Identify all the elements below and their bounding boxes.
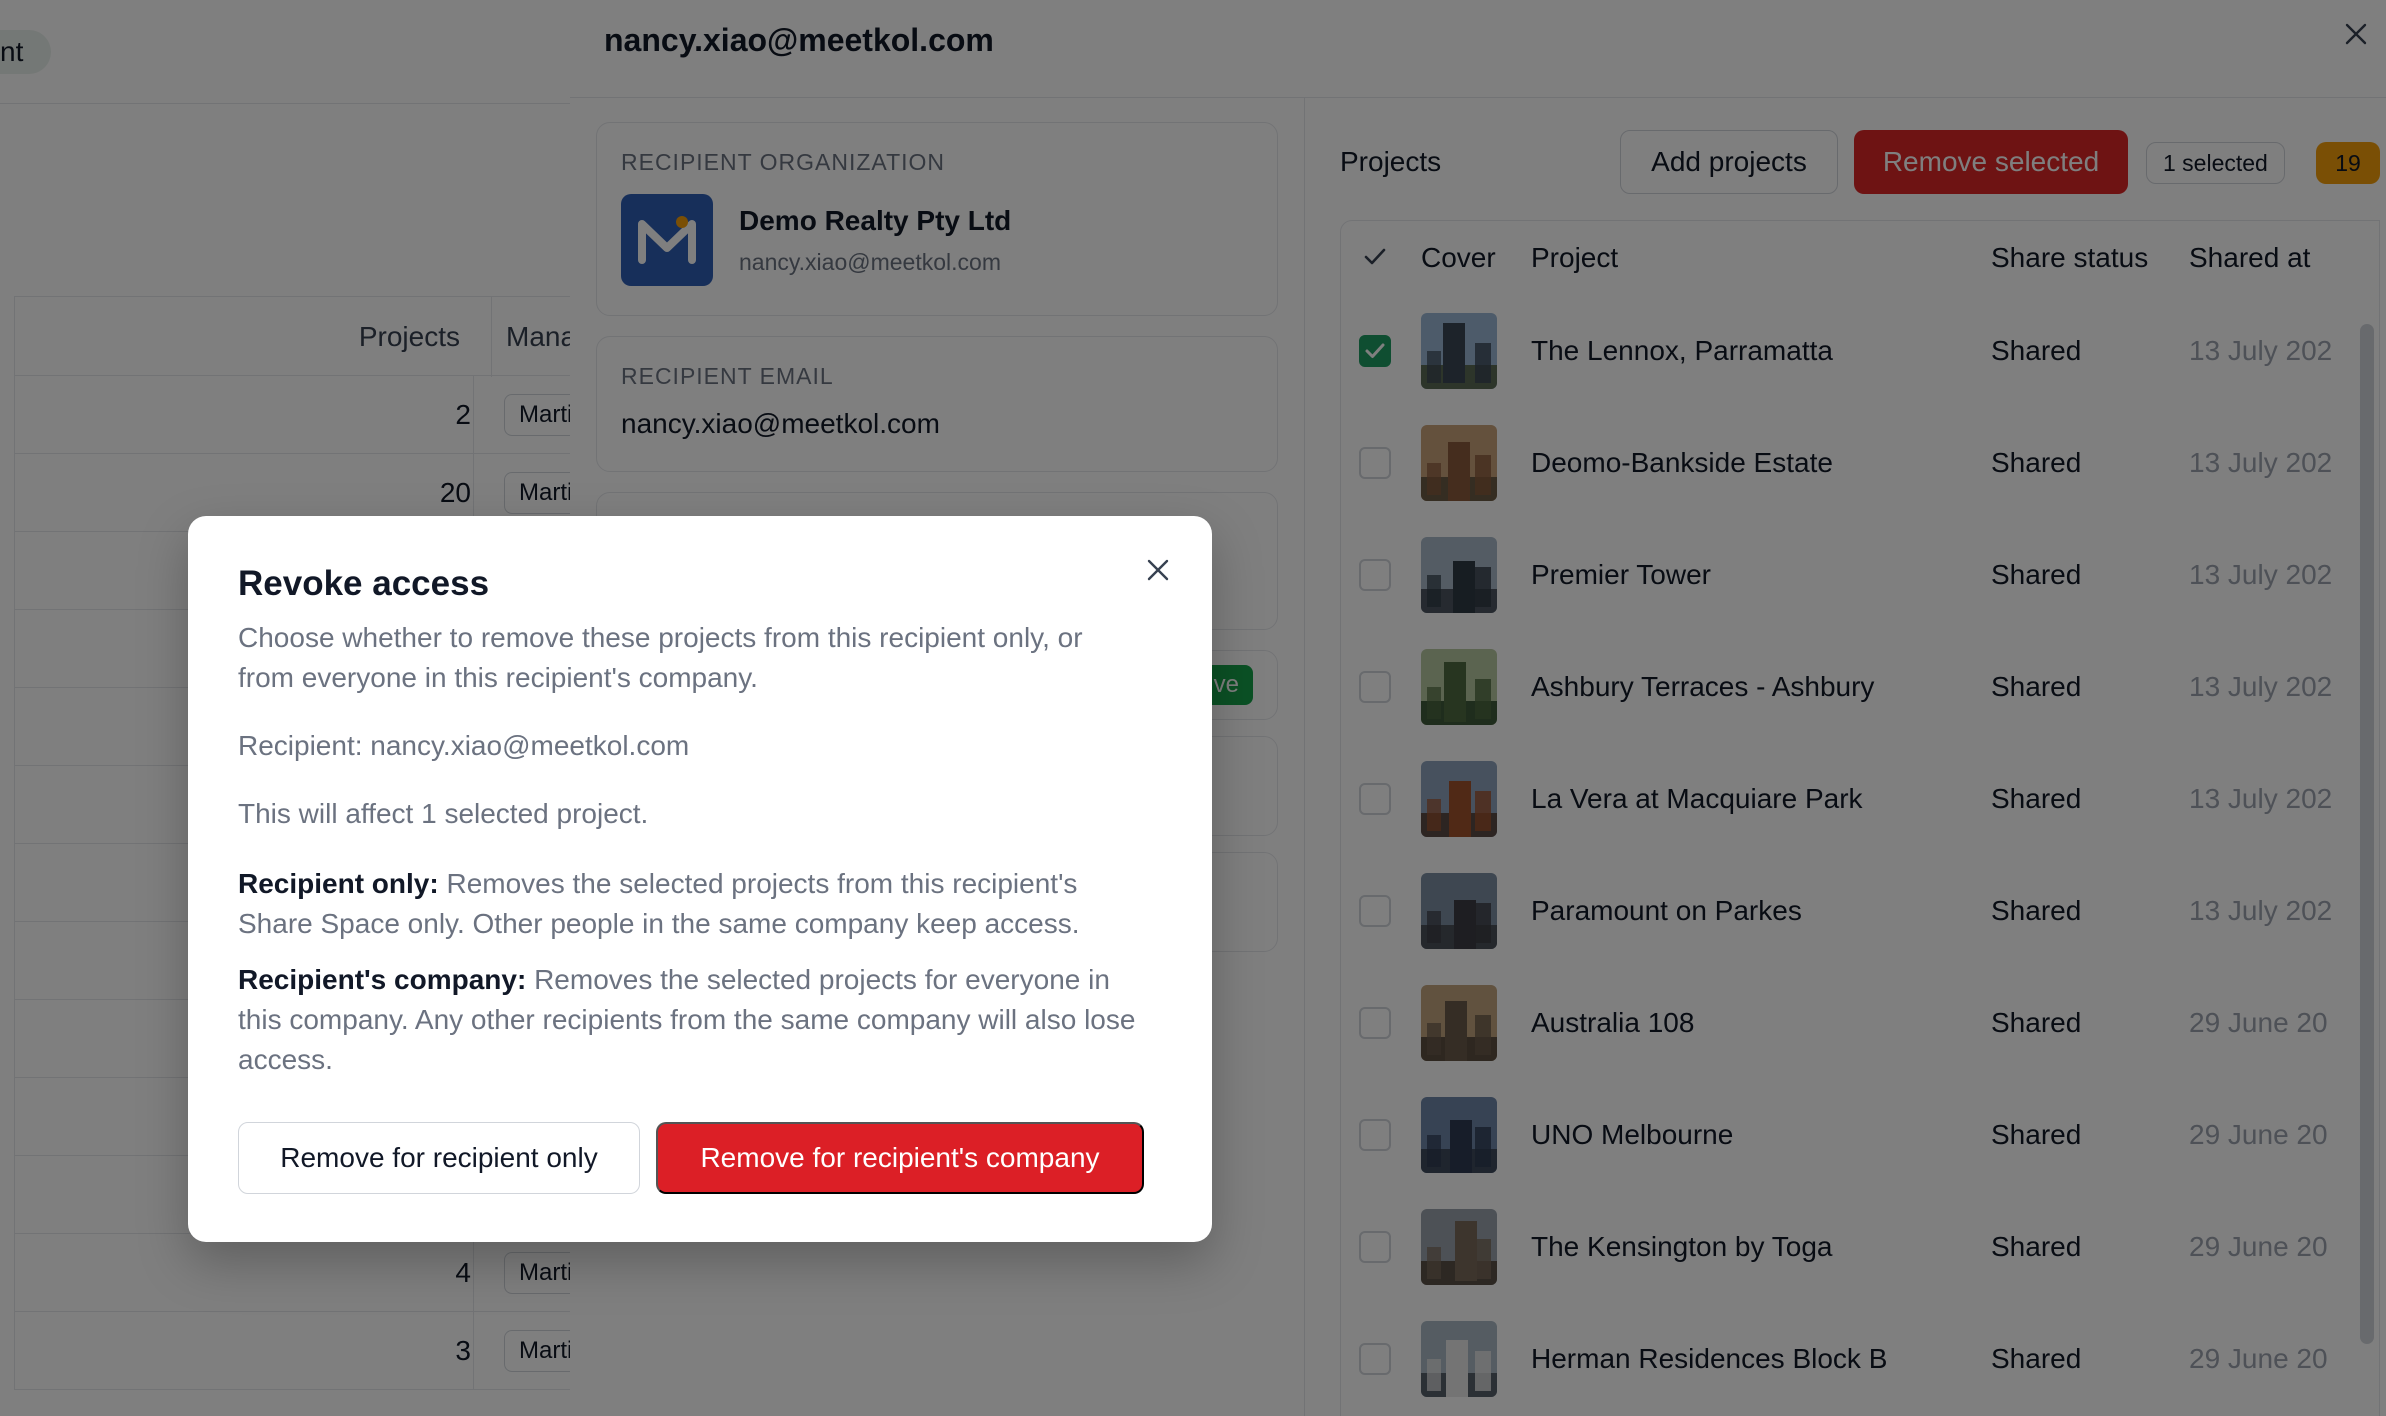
option-company-label: Recipient's company: — [238, 964, 527, 995]
modal-title: Revoke access — [238, 564, 490, 603]
modal-actions: Remove for recipient only Remove for rec… — [238, 1122, 1144, 1194]
remove-for-recipient-company-button[interactable]: Remove for recipient's company — [656, 1122, 1144, 1194]
option-company-text: Recipient's company: Removes the selecte… — [238, 960, 1138, 1080]
modal-close-icon[interactable] — [1138, 550, 1178, 590]
remove-for-recipient-only-button[interactable]: Remove for recipient only — [238, 1122, 640, 1194]
option-recipient-only-text: Recipient only: Removes the selected pro… — [238, 864, 1138, 944]
modal-description: Choose whether to remove these projects … — [238, 622, 1083, 693]
option-recipient-only-label: Recipient only: — [238, 868, 439, 899]
revoke-access-modal: Revoke access Choose whether to remove t… — [188, 516, 1212, 1242]
modal-recipient-line: Recipient: nancy.xiao@meetkol.com — [238, 730, 690, 761]
modal-affect-line: This will affect 1 selected project. — [238, 798, 649, 829]
